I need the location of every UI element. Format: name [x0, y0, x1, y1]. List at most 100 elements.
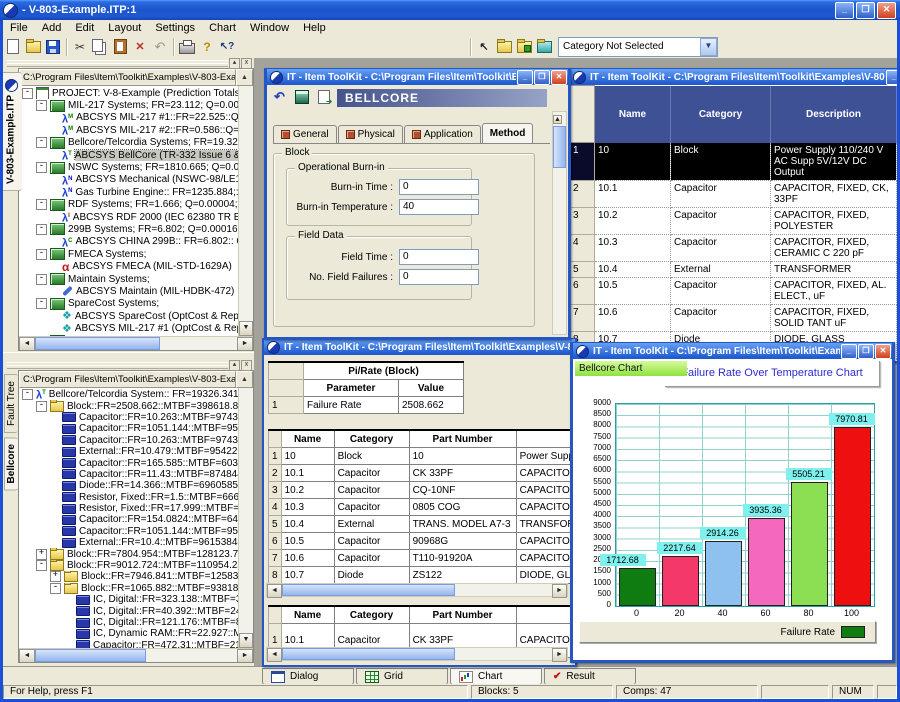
close-panel-button[interactable]: x [241, 58, 252, 69]
toolbar-context-help-icon[interactable]: ↖? [217, 37, 237, 57]
menu-file[interactable]: File [3, 21, 35, 35]
toolbar-grid-folder-icon[interactable] [514, 37, 534, 57]
table-row[interactable]: 310.2CapacitorCAPACITOR, FIXED, POLYESTE… [571, 207, 897, 234]
table-row[interactable]: 710.6CapacitorCAPACITOR, FIXED, SOLID TA… [571, 304, 897, 331]
tree-item[interactable]: IC, Digital::FR=40.392::MTBF=24757184 [19, 605, 238, 616]
category-combobox[interactable]: Category Not Selected▼ [558, 37, 718, 57]
tab-project-file[interactable]: V-803-Example.ITP [0, 72, 22, 191]
tree-item[interactable]: λCABCSYS CHINA 299B:: FR=6.802:: Q=0:: M… [19, 236, 238, 248]
tree-item[interactable]: +Block::FR=7946.841::MTBF=125836.164 [19, 571, 238, 582]
tree-item[interactable]: Capacitor::FR=472.31::MTBF=2117251.7 [19, 640, 238, 648]
collapse-icon[interactable]: - [36, 401, 47, 412]
tree-item[interactable]: Capacitor::FR=165.585::MTBF=6039175 [19, 457, 238, 468]
expand-icon[interactable]: + [36, 549, 47, 560]
scroll-right-button[interactable]: ► [237, 649, 253, 663]
horizontal-scrollbar[interactable]: ◄► [266, 647, 568, 661]
tab-bellcore[interactable]: Bellcore [4, 437, 18, 490]
scrollbar-thumb[interactable] [282, 648, 455, 660]
tree-item[interactable]: λNABCSYS Mechanical (NSWC-98/LE1):: FR=5 [19, 174, 238, 186]
tab-physical[interactable]: Physical [338, 125, 403, 143]
tree-item[interactable]: -MIL-217 Systems; FR=23.112; Q=0.000554;… [19, 99, 238, 111]
tab-fault-tree[interactable]: Fault Tree [4, 374, 18, 433]
tree-item[interactable]: Capacitor::FR=10.263::MTBF=97430864 [19, 435, 238, 446]
collapse-icon[interactable]: - [36, 249, 47, 260]
tree-item[interactable]: IC, Digital::FR=323.138::MTBF=3094648 [19, 594, 238, 605]
table-row[interactable]: 810.7DiodeZS122DIODE, GLASS [269, 567, 576, 584]
close-button[interactable]: ✕ [877, 2, 896, 19]
tree-item[interactable]: λTABCSYS BellCore (TR-332 Issue 6 & SR-3… [19, 149, 238, 161]
vertical-scrollbar[interactable]: ▼ [238, 388, 253, 648]
tree-item[interactable]: Resistor, Fixed::FR=1.5::MTBF=666666752 [19, 492, 238, 503]
restore-button[interactable]: ❐ [856, 2, 875, 19]
tree-item[interactable]: +Block::FR=7804.954::MTBF=128123.742 [19, 548, 238, 559]
scroll-up-button[interactable]: ▲ [553, 115, 562, 124]
scroll-up-button[interactable]: ▲ [236, 69, 253, 86]
tree-item[interactable]: -Block::FR=1065.882::MTBF=938189.437 [19, 583, 238, 594]
tree-item[interactable]: External::FR=10.479::MTBF=95422688 [19, 446, 238, 457]
toolbar-chart-folder-icon[interactable] [534, 37, 554, 57]
collapse-icon[interactable]: - [36, 100, 47, 111]
tree-item[interactable]: αABCSYS FMECA (MIL-STD-1629A) [19, 260, 238, 272]
view-tab-grid[interactable]: Grid [356, 668, 448, 685]
tab-general[interactable]: General [273, 125, 337, 143]
toolbar-open-icon[interactable] [23, 37, 43, 57]
close-button[interactable]: ✕ [551, 70, 567, 85]
horizontal-scrollbar[interactable]: ◄► [266, 583, 568, 597]
table-row[interactable]: 310.2CapacitorCQ-10NFCAPACITOR, F [269, 482, 576, 499]
toolbar-undo-icon[interactable]: ↶ [150, 37, 170, 57]
pin-panel-button[interactable]: ▴ [229, 360, 240, 371]
table-row[interactable]: 610.5Capacitor90968GCAPACITOR, F [269, 533, 576, 550]
tree-item[interactable]: -SpareCost Systems; [19, 298, 238, 310]
scroll-right-button[interactable]: ► [237, 337, 253, 351]
field-input[interactable]: 0 [399, 269, 479, 285]
toolbar-cut-icon[interactable]: ✂ [70, 37, 90, 57]
field-input[interactable]: 0 [399, 179, 479, 195]
toolbar-dialog-folder-icon[interactable] [494, 37, 514, 57]
calculator-icon[interactable] [293, 88, 310, 105]
menu-settings[interactable]: Settings [148, 21, 202, 35]
chevron-down-icon[interactable]: ▼ [700, 38, 717, 56]
table-row[interactable]: 110BlockPower Supply 110/240 V AC Supp 5… [571, 143, 897, 181]
tree-item[interactable]: -Block::FR=9012.724::MTBF=110954.242 [19, 560, 238, 571]
scroll-left-button[interactable]: ◄ [19, 337, 35, 351]
table-row[interactable]: 210.1CapacitorCAPACITOR, FIXED, CK, 33PF [571, 180, 897, 207]
view-tab-dialog[interactable]: Dialog [262, 668, 354, 685]
tree-item[interactable]: -λTBellcore/Telcordia System:: FR=19326.… [19, 389, 238, 400]
maximize-button[interactable]: ❐ [534, 70, 550, 85]
result-window-titlebar[interactable]: IT - Item ToolKit - C:\Program Files\Ite… [264, 339, 575, 355]
scrollbar-thumb[interactable] [35, 337, 160, 350]
tree-item[interactable]: Diode::FR=14.366::MTBF=69605856 [19, 480, 238, 491]
toolbar-pointer-icon[interactable]: ↖ [474, 37, 494, 57]
collapse-icon[interactable]: - [36, 298, 47, 309]
scroll-left-button[interactable]: ◄ [19, 649, 35, 663]
chart-sheet-tab[interactable]: Bellcore Chart [575, 361, 687, 376]
tree-item[interactable]: Capacitor::FR=1051.144::MTBF=951343.625 [19, 526, 238, 537]
tree-item[interactable]: λNGas Turbine Engine:: FR=1235.884;:: Q=… [19, 186, 238, 198]
table-row[interactable]: 210.1CapacitorCK 33PFCAPACITOR, F [269, 465, 576, 482]
tree-item[interactable]: -Bellcore/Telcordia Systems; FR=19.326; … [19, 137, 238, 149]
tree-item[interactable]: Capacitor::FR=154.0824::MTBF=6490032 [19, 514, 238, 525]
grid-window-titlebar[interactable]: IT - Item ToolKit - C:\Program Files\Ite… [570, 69, 900, 85]
toolbar-print-icon[interactable] [177, 37, 197, 57]
tree-item[interactable]: IC, Dynamic RAM::FR=22.927::MTBF=43 [19, 628, 238, 639]
toolbar-copy-icon[interactable] [90, 37, 110, 57]
horizontal-scrollbar[interactable]: ◄ ► [19, 336, 253, 350]
dialog-vertical-scrollbar[interactable]: ▲ [552, 111, 567, 335]
table-row[interactable]: 710.6CapacitorT110-91920ACAPACITOR, F [269, 550, 576, 567]
tree-item[interactable]: Capacitor::FR=11.43::MTBF=87484440 [19, 469, 238, 480]
maximize-button[interactable]: ❐ [858, 344, 874, 359]
collapse-icon[interactable]: - [22, 88, 33, 99]
tree-item[interactable]: -RDF Systems; FR=1.666; Q=0.00004; MTBF=… [19, 199, 238, 211]
menu-edit[interactable]: Edit [68, 21, 101, 35]
toolbar-help-icon[interactable]: ? [197, 37, 217, 57]
table-row[interactable]: 110Block10Power Supply 1 [269, 448, 576, 465]
table-row[interactable]: 510.4ExternalTRANSFORMER [571, 261, 897, 277]
tree-item[interactable]: λMABCSYS MIL-217 #1::FR=22.525::Q=0.0005… [19, 112, 238, 124]
scroll-down-button[interactable]: ▼ [239, 321, 253, 336]
field-input[interactable]: 40 [399, 199, 479, 215]
scroll-down-button[interactable]: ▼ [239, 633, 253, 648]
collapse-icon[interactable]: - [36, 137, 47, 148]
expand-icon[interactable]: + [50, 571, 61, 582]
toolbar-new-icon[interactable] [3, 37, 23, 57]
tree-item[interactable]: Resistor, Fixed::FR=17.999::MTBF=5555556… [19, 503, 238, 514]
